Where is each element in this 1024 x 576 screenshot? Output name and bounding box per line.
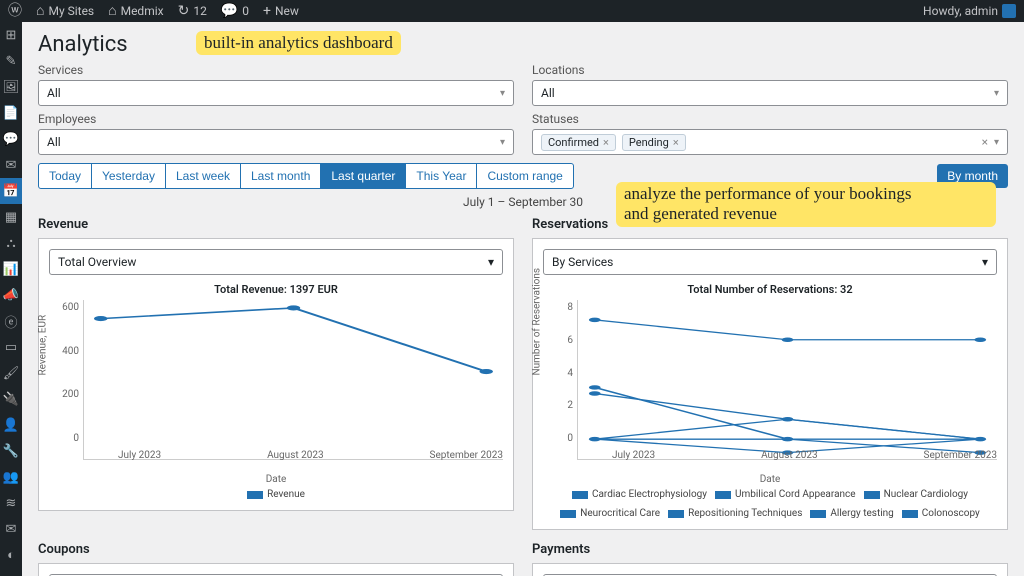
clear-statuses-icon[interactable]: × xyxy=(982,135,988,149)
chevron-down-icon: ▾ xyxy=(994,137,999,148)
revenue-dropdown[interactable]: Total Overview▾ xyxy=(49,249,503,275)
chevron-down-icon: ▾ xyxy=(982,255,988,269)
range-last-month[interactable]: Last month xyxy=(240,163,321,189)
remove-tag-icon[interactable]: × xyxy=(673,136,679,149)
reservations-legend: Cardiac Electrophysiology Umbilical Cord… xyxy=(543,489,997,519)
new-link[interactable]: +New xyxy=(263,4,299,18)
date-summary: July 1 – September 30 xyxy=(38,195,1008,209)
range-this-year[interactable]: This Year xyxy=(405,163,477,189)
employees-select[interactable]: All▾ xyxy=(38,129,514,155)
wp-logo[interactable]: ⓦ xyxy=(8,4,22,18)
updates-link[interactable]: ↻12 xyxy=(178,4,207,18)
range-custom[interactable]: Custom range xyxy=(476,163,573,189)
chevron-down-icon: ▾ xyxy=(500,88,505,99)
menu-dashboard[interactable]: ⊞ xyxy=(0,22,22,48)
menu-extra2[interactable]: ⛬ xyxy=(0,230,22,256)
by-month-button[interactable]: By month xyxy=(937,164,1008,188)
services-select[interactable]: All▾ xyxy=(38,80,514,106)
payments-heading: Payments xyxy=(532,542,1008,557)
menu-mail[interactable]: ✉ xyxy=(0,152,22,178)
page-title: Analytics xyxy=(38,32,1008,57)
menu-tools[interactable]: 🔧 xyxy=(0,438,22,464)
menu-plugins[interactable]: 🔌 xyxy=(0,386,22,412)
status-tag-confirmed[interactable]: Confirmed× xyxy=(541,134,616,151)
status-tag-pending[interactable]: Pending× xyxy=(622,134,686,151)
payments-panel: Payments Total Number of Payments▾ Total… xyxy=(532,542,1008,576)
menu-bookings[interactable]: 📅 xyxy=(0,178,22,204)
menu-marketing[interactable]: 📣 xyxy=(0,282,22,308)
wp-adminbar: ⓦ ⌂My Sites ⌂Medmix ↻12 💬0 +New Howdy, a… xyxy=(0,0,1024,22)
reservations-dropdown[interactable]: By Services▾ xyxy=(543,249,997,275)
reservations-panel: Reservations By Services▾ Total Number o… xyxy=(532,217,1008,530)
comments-link[interactable]: 💬0 xyxy=(221,4,249,18)
revenue-heading: Revenue xyxy=(38,217,514,232)
chevron-down-icon: ▾ xyxy=(994,88,999,99)
range-yesterday[interactable]: Yesterday xyxy=(91,163,166,189)
reservations-heading: Reservations xyxy=(532,217,1008,232)
services-label: Services xyxy=(38,63,83,77)
menu-elementor[interactable]: ⓔ xyxy=(0,308,22,334)
menu-analytics[interactable]: 📊 xyxy=(0,256,22,282)
my-sites-link[interactable]: ⌂My Sites xyxy=(36,4,94,18)
menu-users[interactable]: 👤 xyxy=(0,412,22,438)
menu-extra1[interactable]: ▦ xyxy=(0,204,22,230)
menu-comments[interactable]: 💬 xyxy=(0,126,22,152)
coupons-panel: Coupons Total Number of Coupons Used▾ To… xyxy=(38,542,514,576)
statuses-select[interactable]: Confirmed× Pending× × ▾ xyxy=(532,129,1008,155)
revenue-panel: Revenue Total Overview▾ Total Revenue: 1… xyxy=(38,217,514,530)
menu-media[interactable]: 🖼 xyxy=(0,74,22,100)
menu-settings1[interactable]: ≋ xyxy=(0,490,22,516)
range-last-week[interactable]: Last week xyxy=(165,163,241,189)
range-last-quarter[interactable]: Last quarter xyxy=(320,163,406,189)
locations-label: Locations xyxy=(532,63,585,77)
avatar xyxy=(1002,4,1016,18)
admin-side-menu: ⊞ ✎ 🖼 📄 💬 ✉ 📅 ▦ ⛬ 📊 📣 ⓔ ▭ 🖌 🔌 👤 🔧 👥 ≋ ✉ … xyxy=(0,22,22,576)
revenue-chart-title: Total Revenue: 1397 EUR xyxy=(49,283,503,296)
reservations-chart-title: Total Number of Reservations: 32 xyxy=(543,283,997,296)
menu-network[interactable]: 👥 xyxy=(0,464,22,490)
chevron-down-icon: ▾ xyxy=(500,137,505,148)
menu-appearance[interactable]: 🖌 xyxy=(0,360,22,386)
reservations-chart: Number of Reservations 8 6 4 2 0 xyxy=(543,300,997,460)
menu-collapse[interactable]: ◐ xyxy=(0,542,22,568)
locations-select[interactable]: All▾ xyxy=(532,80,1008,106)
employees-label: Employees xyxy=(38,112,96,126)
statuses-label: Statuses xyxy=(532,112,579,126)
menu-settings2[interactable]: ✉ xyxy=(0,516,22,542)
menu-pages[interactable]: 📄 xyxy=(0,100,22,126)
chevron-down-icon: ▾ xyxy=(488,255,494,269)
range-today[interactable]: Today xyxy=(38,163,92,189)
revenue-chart: Revenue, EUR 600 400 200 0 xyxy=(49,300,503,460)
site-name-link[interactable]: ⌂Medmix xyxy=(108,4,163,18)
menu-posts[interactable]: ✎ xyxy=(0,48,22,74)
howdy-link[interactable]: Howdy, admin xyxy=(923,4,1016,18)
menu-templates[interactable]: ▭ xyxy=(0,334,22,360)
coupons-heading: Coupons xyxy=(38,542,514,557)
remove-tag-icon[interactable]: × xyxy=(603,136,609,149)
date-range-group: Today Yesterday Last week Last month Las… xyxy=(38,163,574,189)
